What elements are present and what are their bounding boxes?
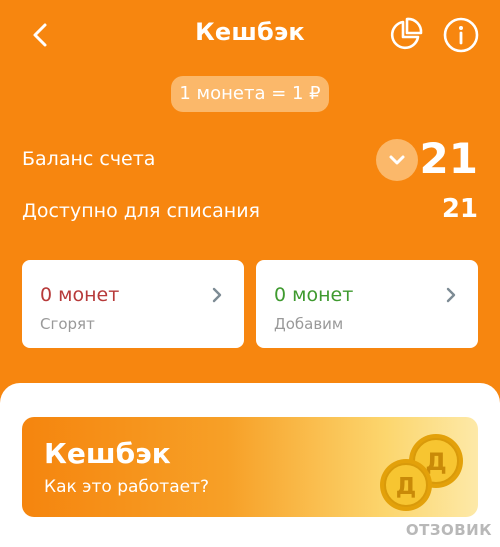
balance-label: Баланс счета: [22, 148, 156, 170]
header: Кешбэк: [0, 0, 500, 76]
chevron-right-icon: [446, 287, 456, 303]
available-label: Доступно для списания: [22, 200, 260, 222]
expiring-coins-card[interactable]: 0 монет Сгорят: [22, 260, 244, 348]
banner-title: Кешбэк: [44, 437, 171, 470]
expiring-coins-amount: 0 монет: [40, 284, 120, 306]
incoming-coins-card[interactable]: 0 монет Добавим: [256, 260, 478, 348]
coin-letter: Д: [396, 474, 416, 500]
exchange-rate-badge: 1 монета = 1 ₽: [171, 76, 329, 112]
available-value: 21: [441, 194, 478, 224]
page-title: Кешбэк: [195, 18, 305, 46]
info-icon: [443, 17, 479, 53]
statistics-button[interactable]: [386, 16, 424, 54]
balance-expand-button[interactable]: [376, 139, 418, 181]
incoming-coins-caption: Добавим: [274, 315, 344, 333]
info-button[interactable]: [442, 16, 480, 54]
cashback-info-banner[interactable]: Кешбэк Как это работает? Д Д: [22, 417, 478, 517]
coin-letter: Д: [425, 448, 446, 476]
banner-subtitle: Как это работает?: [44, 477, 209, 497]
chevron-down-icon: [389, 155, 405, 165]
balance-value: 21: [419, 134, 478, 183]
expiring-coins-caption: Сгорят: [40, 315, 95, 333]
pie-chart-icon: [390, 17, 423, 50]
incoming-coins-amount: 0 монет: [274, 284, 354, 306]
coins-icon: Д Д: [380, 434, 463, 511]
chevron-right-icon: [212, 287, 222, 303]
watermark: ОТЗОВИК: [405, 521, 492, 539]
